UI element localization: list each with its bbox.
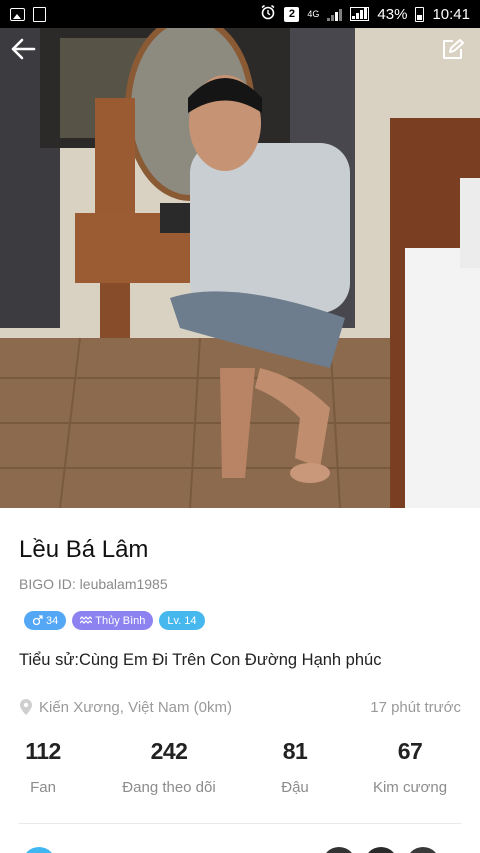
avatar[interactable] (364, 847, 398, 853)
file-notification-icon (33, 6, 46, 22)
network-type: 4G (307, 8, 320, 19)
stat-value: 81 (282, 738, 308, 764)
location-pin-icon (20, 699, 32, 715)
stat-beans[interactable]: 81 Đậu (235, 738, 355, 796)
stat-value: 112 (25, 738, 61, 764)
bigo-id: BIGO ID: leubalam1985 (19, 576, 168, 592)
status-left (10, 6, 46, 22)
location: Kiến Xương, Việt Nam (0km) (19, 698, 232, 716)
bio-text: Tiểu sử:Cùng Em Đi Trên Con Đường Hạnh p… (19, 651, 382, 669)
arrow-left-icon (11, 38, 36, 60)
stat-label: Đang theo dõi (122, 779, 216, 796)
bottom-section-peek (0, 843, 480, 853)
action-circle-icon[interactable] (22, 847, 56, 853)
signal-icon (350, 7, 370, 21)
zodiac-tag: Thủy Bình (72, 611, 154, 630)
edit-icon (443, 39, 464, 59)
stat-label: Fan (30, 779, 56, 796)
aquarius-icon (80, 616, 93, 624)
male-icon (32, 615, 43, 626)
level-tag: Lv. 14 (159, 611, 205, 630)
sim-badge: 2 (284, 6, 300, 22)
gallery-notification-icon (10, 7, 25, 21)
stat-following[interactable]: 242 Đang theo dõi (109, 738, 229, 796)
level-value: Lv. 14 (167, 614, 197, 627)
stat-label: Đậu (281, 779, 309, 796)
edit-profile-button[interactable] (440, 38, 472, 70)
profile-name: Lều Bá Lâm (19, 536, 149, 563)
zodiac-value: Thủy Bình (95, 614, 146, 627)
battery-percent: 43% (377, 5, 408, 23)
avatar[interactable] (322, 847, 356, 853)
gender-age-tag: 34 (24, 611, 67, 630)
stat-fan[interactable]: 112 Fan (0, 738, 103, 796)
location-row: Kiến Xương, Việt Nam (0km) 17 phút trước (19, 698, 461, 716)
divider (19, 823, 461, 824)
battery-icon (415, 6, 425, 22)
alarm-icon (260, 4, 276, 24)
avatar[interactable] (406, 847, 440, 853)
profile-photo[interactable] (0, 28, 480, 508)
stat-value: 67 (397, 738, 423, 764)
age-value: 34 (46, 614, 59, 627)
location-text: Kiến Xương, Việt Nam (0km) (39, 698, 233, 716)
profile-tags: 34 Thủy Bình Lv. 14 (24, 611, 205, 630)
stats-row: 112 Fan 242 Đang theo dõi 81 Đậu 67 Kim … (0, 738, 480, 818)
stat-value: 242 (150, 738, 188, 764)
status-bar: 2 4G 43% 10:41 (0, 0, 480, 28)
signal-weak-icon (327, 7, 343, 21)
clock: 10:41 (432, 5, 470, 23)
stat-label: Kim cương (372, 779, 448, 796)
profile-photo-illustration (0, 28, 480, 508)
back-button[interactable] (10, 38, 42, 70)
status-right: 2 4G 43% 10:41 (260, 4, 470, 24)
last-seen: 17 phút trước (370, 698, 461, 716)
stat-diamonds[interactable]: 67 Kim cương (350, 738, 470, 796)
